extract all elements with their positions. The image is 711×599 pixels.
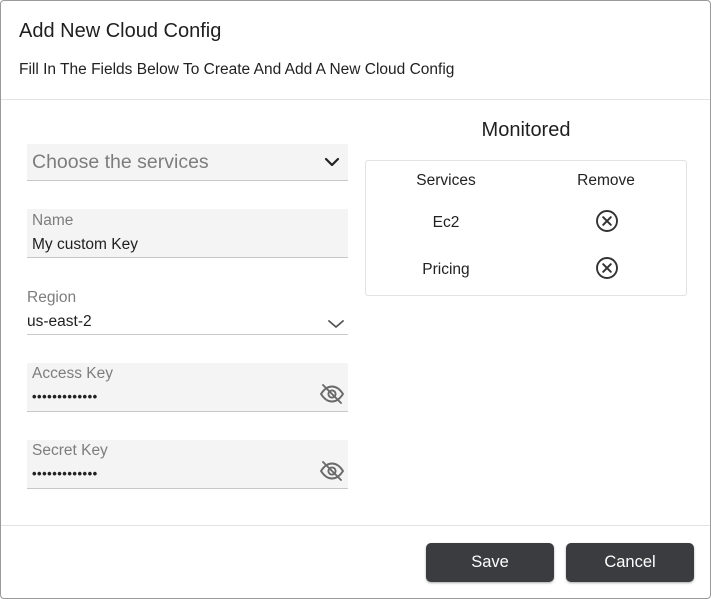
remove-column-header: Remove [577,172,635,189]
chevron-down-icon [327,317,345,335]
eye-off-icon[interactable] [319,383,345,410]
name-input[interactable]: My custom Key [32,236,138,254]
service-name: Pricing [422,261,470,278]
dialog-title: Add New Cloud Config [19,20,222,42]
save-button[interactable]: Save [426,543,554,582]
secret-key-field[interactable]: Secret Key ••••••••••••• [27,440,348,489]
chevron-down-icon [324,154,340,175]
dialog-subtitle: Fill In The Fields Below To Create And A… [19,61,455,78]
services-column-header: Services [416,172,476,189]
region-select[interactable]: Region us-east-2 [27,289,348,335]
table-row: Ec2 [366,201,686,241]
eye-off-icon[interactable] [319,460,345,487]
dialog-header: Add New Cloud Config Fill In The Fields … [1,1,710,100]
services-select[interactable]: Choose the services [27,144,348,181]
name-field[interactable]: Name My custom Key [27,209,348,258]
secret-key-label: Secret Key [32,442,108,459]
add-cloud-config-dialog: Add New Cloud Config Fill In The Fields … [0,0,711,599]
close-circle-icon[interactable] [595,256,619,280]
close-circle-icon[interactable] [595,209,619,233]
access-key-label: Access Key [32,365,113,382]
service-name: Ec2 [432,214,460,231]
services-select-placeholder: Choose the services [32,151,209,173]
monitored-title: Monitored [481,119,571,141]
access-key-input[interactable]: ••••••••••••• [32,389,98,404]
region-value: us-east-2 [27,313,92,330]
secret-key-input[interactable]: ••••••••••••• [32,466,98,481]
access-key-field[interactable]: Access Key ••••••••••••• [27,363,348,412]
dialog-footer: Save Cancel [1,525,710,598]
table-row: Pricing [366,248,686,288]
monitored-table: Services Remove Ec2 Pricing [365,160,687,296]
name-label: Name [32,212,74,229]
region-label: Region [27,289,77,306]
cancel-button[interactable]: Cancel [566,543,694,582]
